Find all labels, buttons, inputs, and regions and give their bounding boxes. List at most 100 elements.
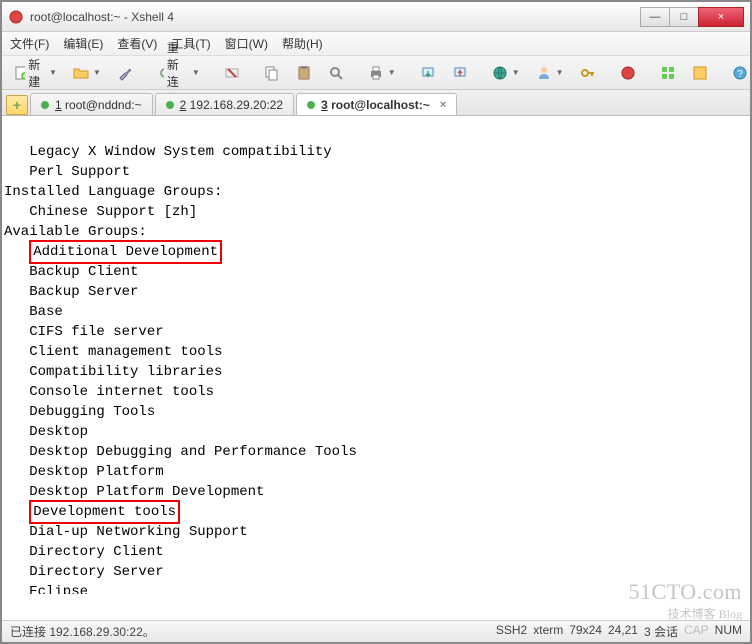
grid-icon <box>660 65 676 81</box>
status-dot-icon <box>166 101 174 109</box>
terminal-line: Chinese Support [zh] <box>4 204 197 220</box>
new-label: 新建 <box>28 56 45 90</box>
user-icon <box>536 65 552 81</box>
close-button[interactable]: × <box>698 7 744 27</box>
terminal-line: Additional Development <box>4 244 222 260</box>
maximize-button[interactable]: □ <box>669 7 699 27</box>
add-tab-button[interactable]: + <box>6 95 28 115</box>
single-pane-icon <box>692 65 708 81</box>
status-dot-icon <box>41 101 49 109</box>
tab-2[interactable]: 2 192.168.29.20:22 <box>155 93 294 115</box>
statusbar: 已连接 192.168.29.30:22。 SSH2 xterm 79x24 2… <box>2 620 750 642</box>
folder-icon <box>73 65 89 81</box>
disconnect-icon <box>224 65 240 81</box>
chevron-down-icon: ▼ <box>93 68 101 77</box>
status-size: 79x24 <box>569 623 602 640</box>
layout2-button[interactable] <box>686 61 714 85</box>
disconnect-button[interactable] <box>218 61 246 85</box>
menu-file[interactable]: 文件(F) <box>10 35 49 52</box>
layout1-button[interactable] <box>654 61 682 85</box>
window-buttons: — □ × <box>641 7 744 27</box>
xshell-icon <box>620 65 636 81</box>
window-title: root@localhost:~ - Xshell 4 <box>30 10 641 24</box>
status-termtype: xterm <box>533 623 563 640</box>
xshell-button[interactable] <box>614 61 642 85</box>
help-button[interactable]: ?▼ <box>726 61 752 85</box>
transfer-up-icon <box>452 65 468 81</box>
properties-button[interactable] <box>111 61 139 85</box>
menu-edit[interactable]: 编辑(E) <box>63 35 103 52</box>
tabstrip: + 1 root@nddnd:~ 2 192.168.29.20:22 3 ro… <box>2 90 750 116</box>
toolbar: 新建 ▼ ▼ 重新连接 ▼ ▼ ▼ ▼ ?▼ <box>2 56 750 90</box>
paste-icon <box>296 65 312 81</box>
reconnect-icon <box>157 65 164 81</box>
copy-button[interactable] <box>258 61 286 85</box>
terminal-line: Directory Client <box>4 544 164 560</box>
tab-1[interactable]: 1 root@nddnd:~ <box>30 93 153 115</box>
menu-window[interactable]: 窗口(W) <box>225 35 268 52</box>
terminal-line: Desktop Platform <box>4 464 164 480</box>
terminal-line: Backup Server <box>4 284 138 300</box>
key-icon <box>580 65 596 81</box>
highlight-box: Development tools <box>29 500 180 524</box>
terminal-line: Console internet tools <box>4 384 214 400</box>
paste-button[interactable] <box>290 61 318 85</box>
search-icon <box>328 65 344 81</box>
status-sessions: 3 会话 <box>644 623 678 640</box>
highlight-box: Additional Development <box>29 240 222 264</box>
terminal-output[interactable]: Legacy X Window System compatibility Per… <box>2 116 750 594</box>
menu-view[interactable]: 查看(V) <box>117 35 157 52</box>
menubar: 文件(F) 编辑(E) 查看(V) 工具(T) 窗口(W) 帮助(H) <box>2 32 750 56</box>
terminal-line: Directory Server <box>4 564 164 580</box>
terminal-line: Installed Language Groups: <box>4 184 222 200</box>
status-cap: CAP <box>684 623 709 640</box>
globe-icon <box>492 65 508 81</box>
copy-icon <box>264 65 280 81</box>
status-dot-icon <box>307 101 315 109</box>
status-connection: 已连接 192.168.29.30:22。 <box>10 623 155 640</box>
terminal-line: Available Groups: <box>4 224 147 240</box>
terminal-line: Desktop Debugging and Performance Tools <box>4 444 357 460</box>
close-tab-icon[interactable]: × <box>440 99 446 111</box>
key-button[interactable] <box>574 61 602 85</box>
new-icon <box>14 65 25 81</box>
user-button[interactable]: ▼ <box>530 61 570 85</box>
status-cursor: 24,21 <box>608 623 638 640</box>
terminal-line: Eclipse <box>4 584 88 594</box>
terminal-line: Development tools <box>4 504 180 520</box>
tab-3[interactable]: 3 root@localhost:~× <box>296 93 457 115</box>
reconnect-button[interactable]: 重新连接 ▼ <box>151 61 206 85</box>
chevron-down-icon: ▼ <box>512 68 520 77</box>
terminal-line: Debugging Tools <box>4 404 155 420</box>
transfer-down-icon <box>420 65 436 81</box>
terminal-line: CIFS file server <box>4 324 164 340</box>
wrench-icon <box>117 65 133 81</box>
transfer-down-button[interactable] <box>414 61 442 85</box>
terminal-line: Desktop Platform Development <box>4 484 264 500</box>
terminal-line: Legacy X Window System compatibility <box>4 144 332 160</box>
chevron-down-icon: ▼ <box>556 68 564 77</box>
terminal-line: Client management tools <box>4 344 222 360</box>
terminal-line: Backup Client <box>4 264 138 280</box>
terminal-line: Base <box>4 304 63 320</box>
svg-text:?: ? <box>737 69 743 80</box>
print-button[interactable]: ▼ <box>362 61 402 85</box>
status-protocol: SSH2 <box>496 623 527 640</box>
chevron-down-icon: ▼ <box>49 68 57 77</box>
minimize-button[interactable]: — <box>640 7 670 27</box>
search-button[interactable] <box>322 61 350 85</box>
app-icon <box>8 9 24 25</box>
print-icon <box>368 65 384 81</box>
menu-help[interactable]: 帮助(H) <box>282 35 323 52</box>
terminal-line: Perl Support <box>4 164 130 180</box>
status-num: NUM <box>715 623 742 640</box>
terminal-line: Dial-up Networking Support <box>4 524 248 540</box>
titlebar: root@localhost:~ - Xshell 4 — □ × <box>2 2 750 32</box>
transfer-up-button[interactable] <box>446 61 474 85</box>
terminal-line: Desktop <box>4 424 88 440</box>
terminal-line: Compatibility libraries <box>4 364 222 380</box>
globe-button[interactable]: ▼ <box>486 61 526 85</box>
open-button[interactable]: ▼ <box>67 61 107 85</box>
new-button[interactable]: 新建 ▼ <box>8 61 63 85</box>
chevron-down-icon: ▼ <box>192 68 200 77</box>
